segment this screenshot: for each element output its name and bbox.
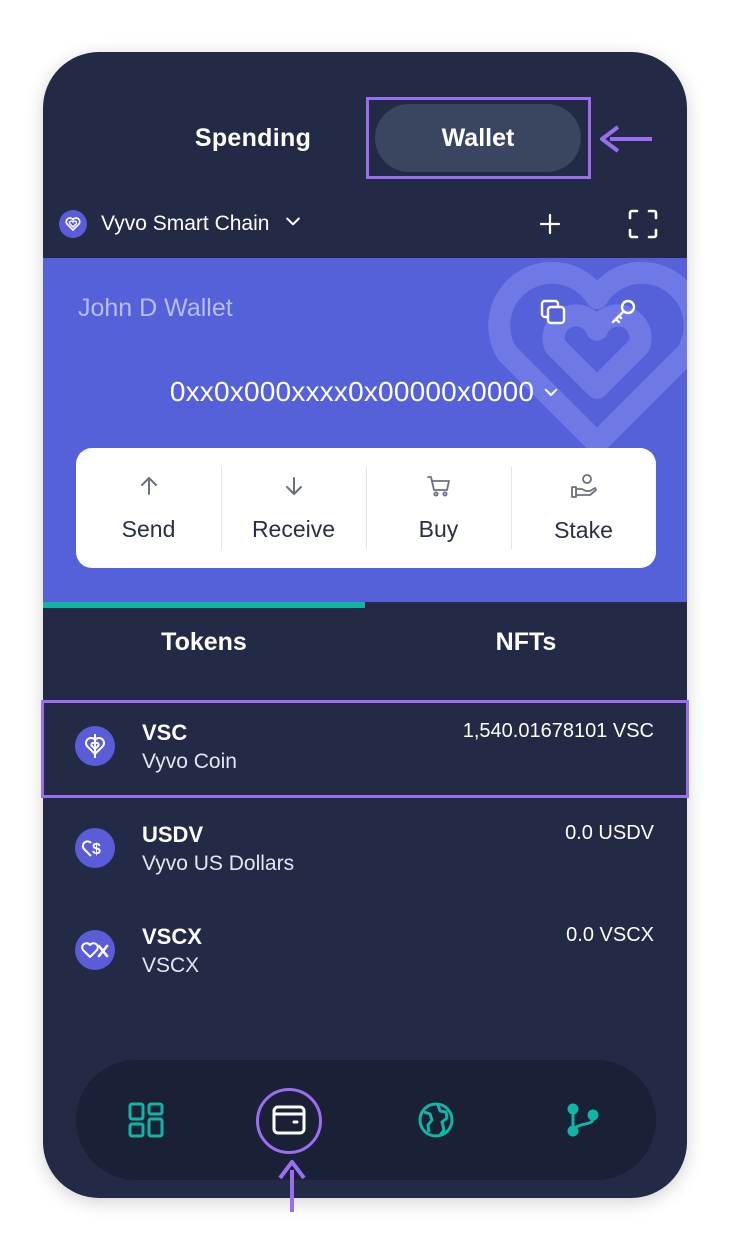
key-icon[interactable]	[605, 294, 641, 330]
buy-label: Buy	[418, 515, 459, 542]
arrow-up-icon	[137, 474, 161, 504]
token-symbol: USDV	[142, 822, 204, 847]
globe-icon[interactable]	[403, 1087, 469, 1153]
send-button[interactable]: Send	[76, 466, 221, 550]
token-balance: 1,540.01678101 VSC	[462, 720, 654, 742]
tab-tokens[interactable]: Tokens	[43, 602, 365, 682]
app-screen: Spending Wallet Vyvo Smart Chain John D …	[43, 52, 687, 1198]
scan-frame-icon[interactable]	[621, 202, 665, 246]
arrow-down-icon	[282, 474, 306, 504]
chevron-down-icon	[283, 211, 303, 237]
wallet-name: John D Wallet	[78, 294, 233, 322]
branch-icon[interactable]	[550, 1087, 616, 1153]
copy-icon[interactable]	[535, 294, 571, 330]
chain-name: Vyvo Smart Chain	[101, 212, 270, 235]
bottom-nav	[76, 1060, 656, 1180]
spending-toggle[interactable]: Spending	[183, 102, 323, 174]
chain-selector[interactable]: Vyvo Smart Chain	[59, 204, 303, 244]
wallet-address: 0xx0x000xxxx0x00000x0000	[169, 376, 535, 407]
pointer-arrow-left-icon	[600, 125, 652, 153]
token-symbol: VSC	[142, 720, 188, 745]
pointer-arrow-up-icon	[278, 1160, 306, 1212]
token-row-vsc[interactable]: VSC Vyvo Coin 1,540.01678101 VSC	[43, 700, 687, 796]
hand-coin-icon	[570, 473, 598, 505]
token-balance: 0.0 VSCX	[566, 924, 654, 946]
wallet-address-selector[interactable]: 0xx0x000xxxx0x00000x0000	[43, 376, 687, 408]
wallet-toggle[interactable]: Wallet	[375, 104, 581, 172]
token-name: VSCX	[142, 954, 200, 977]
wallet-card: John D Wallet 0xx0x000xxxx0x00000x0000 S…	[43, 258, 687, 602]
tab-nfts[interactable]: NFTs	[365, 602, 687, 682]
token-balance: 0.0 USDV	[565, 822, 654, 844]
vyvo-coin-icon	[75, 726, 115, 766]
plus-icon[interactable]	[530, 204, 570, 244]
cart-icon	[426, 474, 452, 504]
wallet-nav-highlight	[256, 1088, 322, 1154]
send-label: Send	[121, 515, 176, 542]
stake-label: Stake	[554, 516, 613, 543]
vscx-coin-icon	[75, 930, 115, 970]
stake-button[interactable]: Stake	[511, 466, 656, 550]
asset-tabs: Tokens NFTs	[43, 602, 687, 682]
svg-text:$: $	[92, 841, 101, 858]
token-name: Vyvo Coin	[142, 750, 237, 773]
heart-logo-icon	[59, 210, 87, 238]
receive-button[interactable]: Receive	[221, 466, 366, 550]
token-symbol: VSCX	[142, 924, 202, 949]
dashboard-grid-icon[interactable]	[113, 1087, 179, 1153]
wallet-actions: Send Receive Buy Stake	[76, 448, 656, 568]
heart-watermark-icon	[488, 261, 687, 454]
buy-button[interactable]: Buy	[366, 466, 511, 550]
usdv-coin-icon: $	[75, 828, 115, 868]
token-row-vscx[interactable]: VSCX VSCX 0.0 VSCX	[43, 904, 687, 1000]
token-row-usdv[interactable]: $ USDV Vyvo US Dollars 0.0 USDV	[43, 802, 687, 898]
token-name: Vyvo US Dollars	[142, 852, 295, 875]
receive-label: Receive	[251, 515, 336, 542]
chevron-down-icon	[542, 376, 560, 407]
